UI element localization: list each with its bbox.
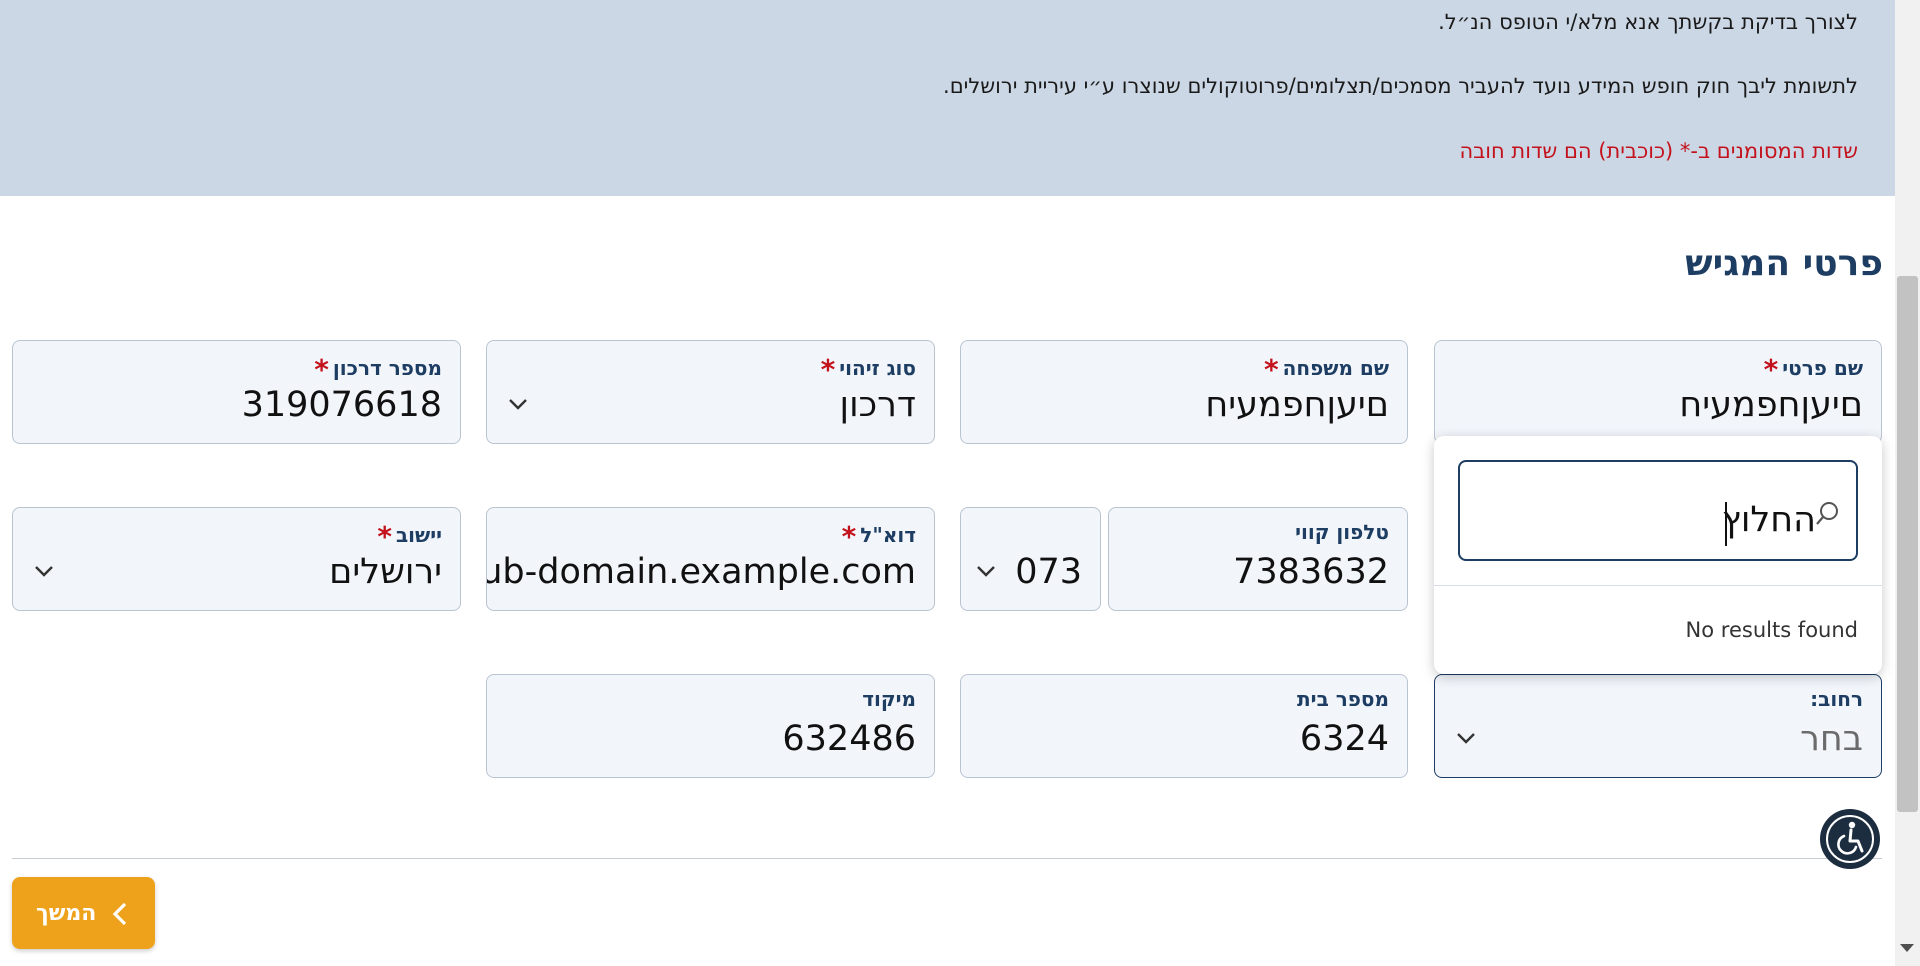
no-results-message: No results found: [1685, 618, 1858, 642]
dropdown-divider: [1434, 585, 1882, 586]
scrollbar-thumb[interactable]: [1897, 276, 1918, 812]
id-type-label: סוג זיהוי*: [820, 353, 916, 386]
city-label: יישוב*: [377, 520, 442, 553]
passport-number-value: 319076618: [241, 385, 442, 425]
first-name-field[interactable]: שם פרטי* םיעןחפמעיח: [1434, 340, 1882, 444]
required-star: *: [377, 520, 392, 553]
zip-code-field[interactable]: מיקוד 632486: [486, 674, 935, 778]
street-placeholder: בחר: [1800, 719, 1863, 759]
info-banner: לצורך בדיקת בקשתך אנא מלא/י הטופס הנ״ל. …: [0, 0, 1895, 196]
phone-prefix-value: 073: [1015, 552, 1082, 592]
passport-number-label: מספר דרכון*: [314, 353, 442, 386]
chevron-down-icon[interactable]: [1453, 725, 1479, 751]
house-number-field[interactable]: מספר בית 6324: [960, 674, 1408, 778]
landline-phone-label: טלפון קווי: [1295, 520, 1389, 544]
landline-phone-field[interactable]: טלפון קווי 7383632: [1108, 507, 1408, 611]
required-fields-note: שדות המסומנים ב-* (כוכבית) הם שדות חובה: [1459, 139, 1858, 163]
chevron-down-icon[interactable]: [505, 391, 531, 417]
required-star: *: [1264, 353, 1279, 386]
city-select[interactable]: יישוב* ירושלים: [12, 507, 461, 611]
required-star: *: [314, 353, 329, 386]
landline-phone-value: 7383632: [1233, 552, 1389, 592]
last-name-field[interactable]: שם משפחה* םיעןחפמעיח: [960, 340, 1408, 444]
accessibility-icon: [1826, 815, 1874, 863]
intro-line-1: לצורך בדיקת בקשתך אנא מלא/י הטופס הנ״ל.: [1438, 10, 1858, 34]
required-star: *: [1763, 353, 1779, 386]
street-search-input[interactable]: החלוץ: [1458, 460, 1858, 561]
search-icon: [1816, 502, 1838, 525]
accessibility-button[interactable]: [1820, 809, 1880, 869]
section-title: פרטי המגיש: [1685, 243, 1883, 284]
id-type-value: דרכון: [839, 385, 916, 425]
intro-line-2: לתשומת ליבך חוק חופש המידע נועד להעביר מ…: [943, 74, 1858, 98]
required-star: *: [820, 353, 836, 386]
required-star: *: [841, 520, 857, 553]
first-name-value: םיעןחפמעיח: [1679, 385, 1863, 425]
last-name-label: שם משפחה*: [1264, 353, 1389, 386]
street-dropdown: החלוץ No results found: [1434, 436, 1882, 674]
zip-code-label: מיקוד: [862, 687, 916, 711]
chevron-down-icon[interactable]: [973, 558, 999, 584]
scroll-down-arrow[interactable]: [1900, 944, 1914, 952]
passport-number-field[interactable]: מספר דרכון* 319076618: [12, 340, 461, 444]
street-select[interactable]: רחוב: בחר: [1434, 674, 1882, 778]
text-cursor: [1725, 502, 1727, 546]
house-number-label: מספר בית: [1297, 687, 1389, 711]
chevron-down-icon[interactable]: [31, 558, 57, 584]
zip-code-value: 632486: [782, 719, 916, 759]
email-field[interactable]: דוא"ל* @sub-domain.example.com: [486, 507, 935, 611]
id-type-select[interactable]: סוג זיהוי* דרכון: [486, 340, 935, 444]
form-divider: [12, 858, 1882, 859]
house-number-value: 6324: [1299, 719, 1389, 759]
chevron-left-icon: [112, 902, 127, 926]
street-label: רחוב:: [1810, 687, 1863, 711]
email-value: @sub-domain.example.com: [487, 552, 916, 592]
city-value: ירושלים: [329, 552, 442, 592]
phone-prefix-select[interactable]: 073: [960, 507, 1101, 611]
last-name-value: םיעןחפמעיח: [1205, 385, 1389, 425]
street-search-value: החלוץ: [1721, 500, 1816, 540]
continue-button[interactable]: המשך: [12, 877, 155, 949]
continue-label: המשך: [36, 901, 97, 926]
email-label: דוא"ל*: [841, 520, 916, 553]
first-name-label: שם פרטי*: [1763, 353, 1863, 386]
